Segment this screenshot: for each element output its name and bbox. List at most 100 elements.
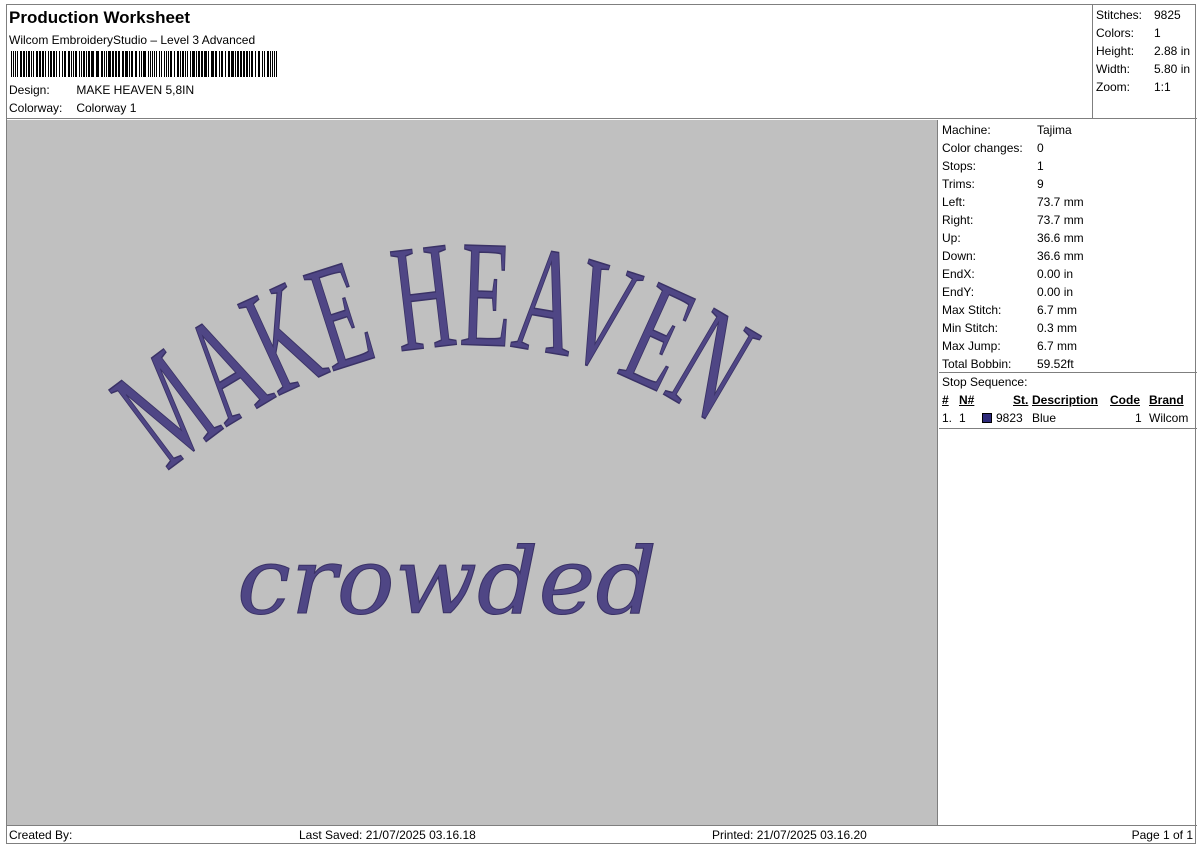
detail-stops-value: 1 (1037, 159, 1044, 173)
summary-height-label: Height: (1096, 44, 1135, 58)
barcode-bar (86, 51, 87, 77)
detail-max-jump-value: 6.7 mm (1037, 339, 1078, 353)
detail-down-label: Down: (942, 249, 977, 263)
barcode-bar (125, 51, 128, 77)
summary-zoom: Zoom: 1:1 (1096, 78, 1197, 96)
barcode-bar (59, 51, 60, 77)
stop-sequence-title: Stop Sequence: (942, 375, 1028, 389)
barcode-bar (150, 51, 151, 77)
worksheet-header: Production Worksheet Wilcom EmbroiderySt… (7, 5, 1197, 119)
barcode-bar (208, 51, 209, 77)
barcode-bar (104, 51, 105, 77)
summary-width-label: Width: (1096, 62, 1131, 76)
barcode-bar (13, 51, 14, 77)
summary-stitches-label: Stitches: (1096, 8, 1143, 22)
detail-left-value: 73.7 mm (1037, 195, 1084, 209)
barcode-bar (228, 51, 230, 77)
detail-endx-value: 0.00 in (1037, 267, 1074, 281)
barcode-bar (42, 51, 44, 77)
design-line1-text: MAKE HEAVEN (86, 209, 782, 497)
barcode-bar (264, 51, 265, 77)
barcode-bar (168, 51, 169, 77)
summary-height-value: 2.88 in (1154, 44, 1191, 58)
barcode-bar (204, 51, 207, 77)
summary-colors: Colors: 1 (1096, 24, 1197, 42)
stop-sequence-row: 1. 1 9823 Blue 1 Wilcom (939, 409, 1197, 427)
detail-down: Down: 36.6 mm (939, 247, 1197, 265)
barcode-bar (211, 51, 214, 77)
barcode-bar (106, 51, 107, 77)
row-description: Blue (1032, 411, 1057, 425)
detail-min-stitch-label: Min Stitch: (942, 321, 999, 335)
barcode-bar (131, 51, 133, 77)
barcode-bar (31, 51, 32, 77)
detail-right: Right: 73.7 mm (939, 211, 1197, 229)
barcode-image (11, 51, 277, 77)
barcode-bar (129, 51, 130, 77)
barcode-bar (154, 51, 155, 77)
barcode-bar (276, 51, 277, 77)
detail-endy-label: EndY: (942, 285, 975, 299)
barcode-bar (240, 51, 242, 77)
barcode-bar (159, 51, 160, 77)
detail-color-changes-value: 0 (1037, 141, 1044, 155)
detail-stops: Stops: 1 (939, 157, 1197, 175)
row-stitches: 9823 (996, 411, 1023, 425)
stop-sequence-table: Stop Sequence: # N# St. Description Code… (939, 373, 1197, 429)
detail-stops-label: Stops: (942, 159, 977, 173)
barcode-bar (62, 51, 63, 77)
detail-endx: EndX: 0.00 in (939, 265, 1197, 283)
summary-zoom-label: Zoom: (1096, 80, 1131, 94)
row-brand: Wilcom (1149, 411, 1189, 425)
barcode-bar (33, 51, 34, 77)
colorway-value: Colorway 1 (76, 101, 137, 115)
colorway-row: Colorway: Colorway 1 (9, 101, 136, 115)
header-needle: N# (959, 393, 975, 407)
summary-colors-value: 1 (1154, 26, 1161, 40)
footer-printed: Printed: 21/07/2025 03.16.20 (712, 828, 867, 842)
barcode-bar (91, 51, 94, 77)
barcode-bar (15, 51, 16, 77)
thread-color-swatch (982, 413, 992, 423)
barcode-bar (139, 51, 140, 77)
barcode-bar (182, 51, 184, 77)
detail-max-stitch: Max Stitch: 6.7 mm (939, 301, 1197, 319)
design-value: MAKE HEAVEN 5,8IN (76, 83, 195, 97)
header-code: Code (1110, 393, 1140, 407)
barcode-bar (112, 51, 114, 77)
barcode-bar (255, 51, 256, 77)
barcode-bar (225, 51, 226, 77)
barcode-bar (156, 51, 157, 77)
barcode-bar (79, 51, 80, 77)
barcode-bar (143, 51, 146, 77)
detail-down-value: 36.6 mm (1037, 249, 1084, 263)
summary-zoom-value: 1:1 (1154, 80, 1171, 94)
barcode-bar (20, 51, 22, 77)
barcode-bar (68, 51, 70, 77)
barcode-bar (53, 51, 55, 77)
barcode-bar (251, 51, 253, 77)
barcode-bar (267, 51, 269, 77)
barcode-bar (141, 51, 142, 77)
detail-left-label: Left: (942, 195, 966, 209)
summary-height: Height: 2.88 in (1096, 42, 1197, 60)
detail-up-label: Up: (942, 231, 961, 245)
barcode-bar (64, 51, 66, 77)
barcode-bar (73, 51, 74, 77)
barcode-bar (96, 51, 99, 77)
barcode-bar (258, 51, 260, 77)
detail-min-stitch: Min Stitch: 0.3 mm (939, 319, 1197, 337)
barcode-bar (45, 51, 46, 77)
barcode-bar (243, 51, 245, 77)
barcode-bar (75, 51, 77, 77)
barcode-bar (215, 51, 217, 77)
design-label: Design: (9, 83, 50, 97)
barcode-bar (196, 51, 197, 77)
barcode-bar (81, 51, 82, 77)
header-description: Description (1032, 393, 1099, 407)
header-index: # (942, 393, 949, 407)
barcode-bar (56, 51, 57, 77)
detail-left: Left: 73.7 mm (939, 193, 1197, 211)
detail-right-value: 73.7 mm (1037, 213, 1084, 227)
barcode-bar (219, 51, 220, 77)
